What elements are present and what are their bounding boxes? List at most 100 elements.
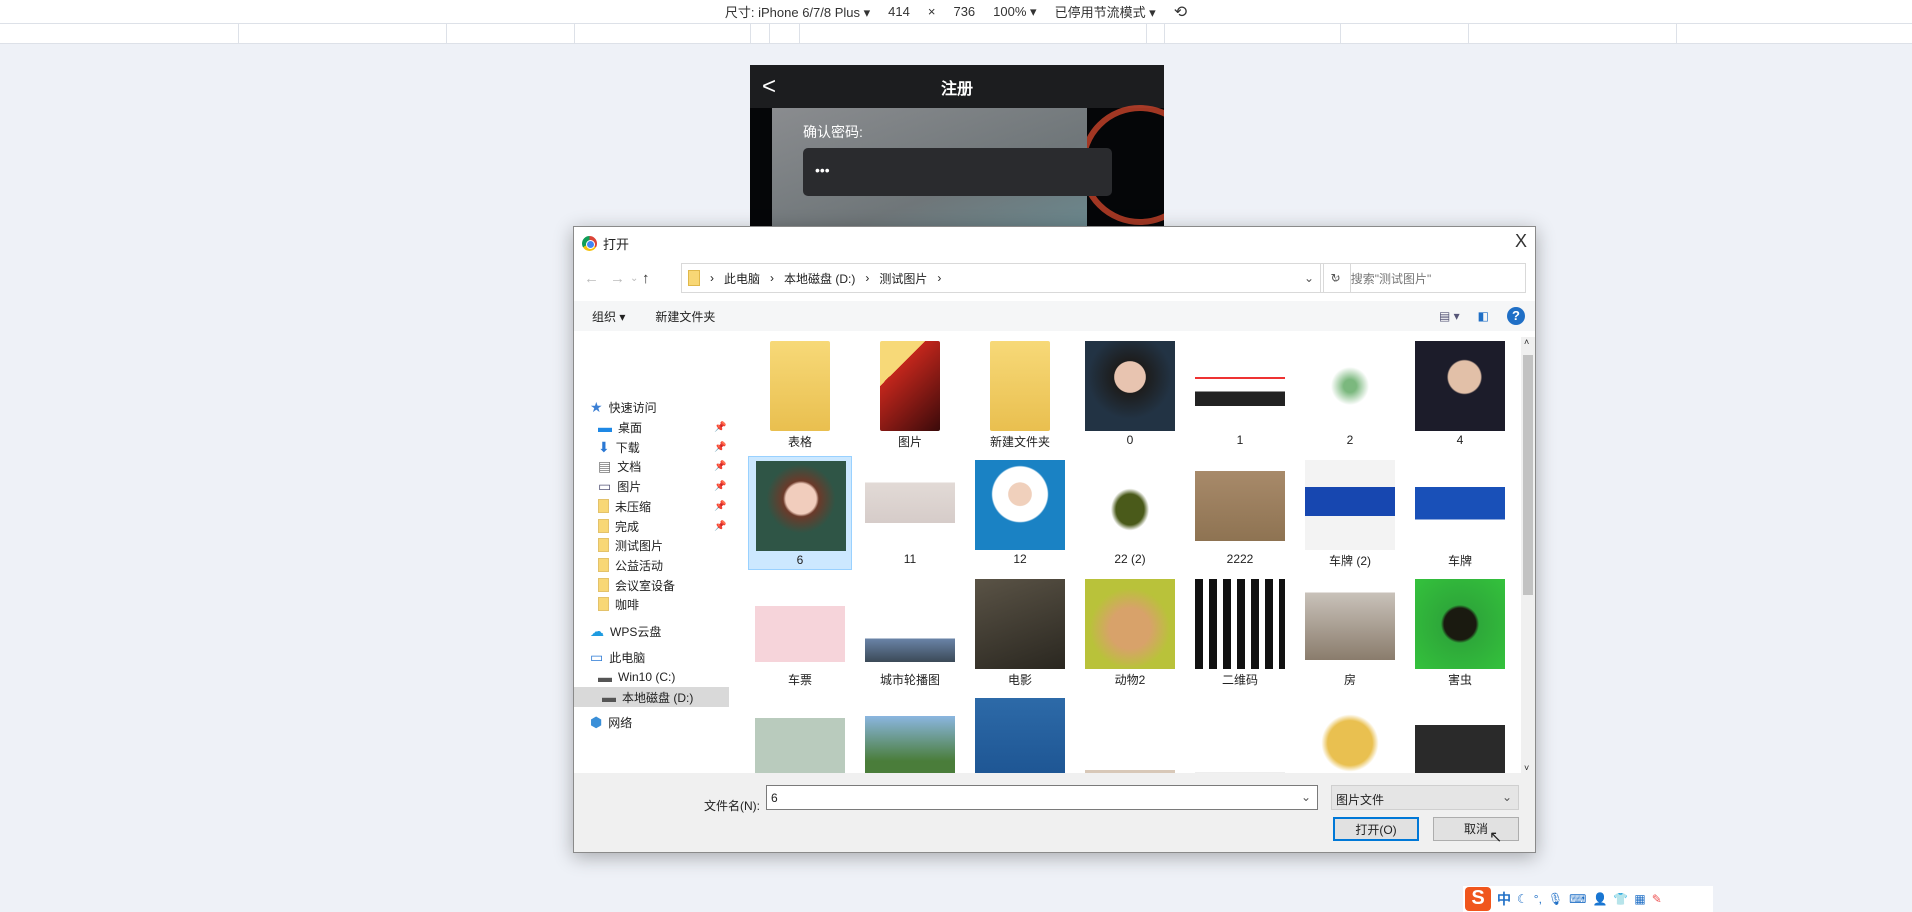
open-button[interactable]: 打开(O) [1333,817,1419,841]
back-arrow-icon[interactable]: ← [584,270,599,287]
search-input[interactable]: ⌕ 搜索"测试图片" [1323,263,1526,293]
help-icon[interactable]: ? [1507,307,1525,325]
skin-icon[interactable]: 👕 [1613,892,1628,906]
menu-icon[interactable]: ✎ [1652,892,1662,906]
breadcrumb-item[interactable]: 测试图片 [879,270,927,287]
pin-icon[interactable]: 📌 [714,521,726,532]
device-height[interactable]: 736 [953,4,975,19]
nav-item[interactable]: ▬ Win10 (C:) [598,667,675,687]
file-item[interactable]: 0 [1078,337,1182,451]
image-thumbnail [865,579,955,669]
file-item[interactable]: 12 [968,456,1072,570]
file-item[interactable]: 2222 [1188,456,1292,570]
file-item[interactable]: 1 [1188,337,1292,451]
scroll-up-icon[interactable]: ˄ [1524,337,1529,347]
keyboard-icon[interactable]: ⌨ [1569,892,1586,906]
nav-item[interactable]: 会议室设备 [598,575,675,595]
device-width[interactable]: 414 [888,4,910,19]
file-item[interactable]: 动物2 [1078,575,1182,689]
toolbox-icon[interactable]: ▦ [1634,892,1645,906]
nav-item[interactable]: ▬ 本地磁盘 (D:) [574,687,729,707]
user-icon[interactable]: 👤 [1592,892,1607,906]
file-item[interactable] [1408,694,1512,773]
device-size-select[interactable]: 尺寸: iPhone 6/7/8 Plus ▾ [725,2,870,21]
organize-button[interactable]: 组织 ▾ [592,308,625,325]
file-item[interactable]: 城市轮播图 [858,575,962,689]
breadcrumb-item[interactable]: 此电脑 [724,270,760,287]
folder-icon [598,519,609,533]
microphone-icon[interactable]: 🎙 [1548,892,1563,906]
nav-item-label: 快速访问 [608,400,657,415]
file-item[interactable]: 房 [1298,575,1402,689]
file-type-select[interactable]: 图片文件 ⌄ [1331,785,1519,810]
sogou-logo[interactable]: S [1465,887,1491,911]
nav-item[interactable]: ▭ 图片 📌 [598,476,726,496]
file-item[interactable] [858,694,962,773]
folder-item[interactable]: 新建文件夹 [968,337,1072,451]
vertical-scrollbar[interactable]: ˄ ˅ [1521,337,1535,773]
file-item[interactable]: 电影 [968,575,1072,689]
preview-pane-icon[interactable]: ◧ [1478,309,1489,323]
file-item[interactable]: 2 [1298,337,1402,451]
file-item[interactable]: 害虫 [1408,575,1512,689]
zoom-select[interactable]: 100% ▾ [993,4,1036,20]
throttle-select[interactable]: 已停用节流模式 ▾ [1055,2,1156,21]
file-item[interactable]: 车票 [748,575,852,689]
pin-icon[interactable]: 📌 [714,461,726,472]
pin-icon[interactable]: 📌 [714,501,726,512]
pin-icon[interactable]: 📌 [714,481,726,492]
pin-icon[interactable]: 📌 [714,442,726,453]
file-item[interactable]: 车牌 [1408,456,1512,570]
nav-item[interactable]: 测试图片 [598,535,663,555]
nav-item[interactable]: ▭ 此电脑 [590,647,645,667]
scroll-down-icon[interactable]: ˅ [1524,763,1529,773]
folder-item[interactable]: 表格 [748,337,852,451]
file-item[interactable]: 4 [1408,337,1512,451]
folder-item[interactable]: 图片 [858,337,962,451]
nav-item[interactable]: 完成 📌 [598,516,726,536]
scrollbar-thumb[interactable] [1523,355,1533,595]
recent-chevron-icon[interactable]: ⌄ [630,273,638,284]
file-item[interactable]: 11 [858,456,962,570]
filename-input[interactable]: 6 ⌄ [766,785,1318,810]
close-button[interactable]: X [1515,231,1527,252]
back-icon[interactable]: < [762,73,776,101]
file-item[interactable] [748,694,852,773]
nav-item[interactable]: ⬢ 网络 [590,712,632,732]
nav-item[interactable]: ☁ WPS云盘 [590,621,661,641]
breadcrumb[interactable]: › 此电脑 › 本地磁盘 (D:) › 测试图片 › ⌄ ↻ [681,263,1351,293]
file-item[interactable]: 车牌 (2) [1298,456,1402,570]
file-item[interactable]: 22 (2) [1078,456,1182,570]
pin-icon[interactable]: 📌 [714,422,726,433]
view-options-icon[interactable]: ▤ ▾ [1439,309,1460,323]
up-arrow-icon[interactable]: ↑ [642,270,650,287]
cancel-button[interactable]: 取消 [1433,817,1519,841]
new-folder-button[interactable]: 新建文件夹 [655,308,715,325]
confirm-password-input[interactable]: ••• [803,148,1112,196]
file-item[interactable]: 二维码 [1188,575,1292,689]
nav-item[interactable]: ★ 快速访问 [590,397,657,417]
nav-item[interactable]: 公益活动 [598,555,663,575]
file-item[interactable]: 6 [748,456,852,570]
image-thumbnail [1195,698,1285,773]
nav-item[interactable]: ▤ 文档 📌 [598,456,726,476]
chevron-down-icon[interactable]: ⌄ [1304,271,1314,285]
nav-item[interactable]: 咖啡 [598,594,639,614]
file-item[interactable] [1298,694,1402,773]
forward-arrow-icon[interactable]: → [610,270,625,287]
chevron-down-icon[interactable]: ⌄ [1301,790,1311,804]
nav-item[interactable]: ▬ 桌面 📌 [598,417,726,437]
rotate-icon[interactable]: ⟲ [1174,2,1187,22]
breadcrumb-item[interactable]: 本地磁盘 (D:) [784,270,855,287]
cloud-icon: ☁ [590,622,604,639]
nav-item[interactable]: ⬇ 下载 📌 [598,437,726,457]
punctuation-icon[interactable]: °, [1534,892,1542,906]
image-thumbnail [1305,341,1395,431]
file-item[interactable] [1188,694,1292,773]
nav-item[interactable]: 未压缩 📌 [598,496,726,516]
moon-icon[interactable]: ☾ [1517,892,1528,906]
file-item[interactable] [968,694,1072,773]
document-icon: ▤ [598,457,612,474]
ime-language[interactable]: 中 [1497,889,1511,909]
file-item[interactable] [1078,694,1182,773]
